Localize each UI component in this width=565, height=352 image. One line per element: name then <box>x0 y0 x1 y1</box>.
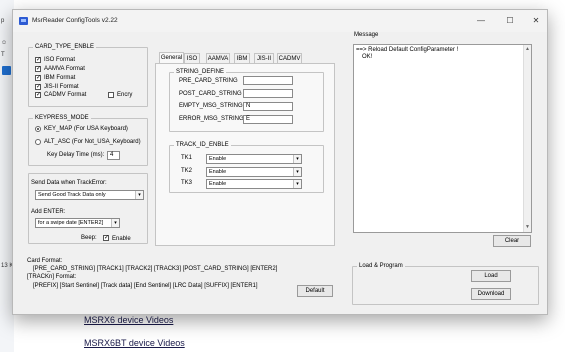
key-delay-input[interactable]: 4 <box>107 151 120 160</box>
key-delay-label: Key Delay Time (ms): <box>47 152 105 158</box>
chevron-down-icon: ▾ <box>135 191 143 199</box>
chevron-down-icon: ▾ <box>293 168 301 176</box>
chevron-down-icon: ▾ <box>293 180 301 188</box>
ibm-format-label: IBM Format <box>44 75 76 81</box>
tk2-select[interactable]: Enable ▾ <box>206 167 302 177</box>
key-map-radio[interactable] <box>35 126 41 132</box>
beep-label: Beep: <box>81 235 97 241</box>
jis-format-label: JIS-II Format <box>44 84 79 90</box>
empty-msg-string-input[interactable]: N <box>243 102 293 111</box>
message-line: OK! <box>362 54 373 60</box>
message-textarea[interactable]: ==> Reload Default ConfigParameter ! OK!… <box>353 44 532 233</box>
chevron-down-icon: ▾ <box>293 155 301 163</box>
iso-format-label: ISO Format <box>44 57 76 63</box>
check-icon: ✓ <box>36 57 42 63</box>
check-icon: ✓ <box>36 75 42 81</box>
window-title: MsrReader ConfigTools v2.22 <box>32 17 118 24</box>
tk3-select[interactable]: Enable ▾ <box>206 179 302 189</box>
download-button[interactable]: Download <box>471 288 511 300</box>
check-icon: ✓ <box>36 92 42 98</box>
maximize-button[interactable]: ☐ <box>503 15 517 27</box>
key-map-label: KEY_MAP (For USA Keyboard) <box>44 126 128 132</box>
title-bar[interactable]: MsrReader ConfigTools v2.22 — ☐ ✕ <box>13 10 547 32</box>
tk3-label: TK3 <box>181 180 193 186</box>
load-button[interactable]: Load <box>471 270 511 282</box>
card-format-line2: [TRACKn] Format: <box>27 274 77 280</box>
clear-button[interactable]: Clear <box>493 235 531 247</box>
load-program-title: Load & Program <box>357 263 405 270</box>
jis-format-checkbox[interactable]: ✓ <box>35 84 41 90</box>
tk1-select[interactable]: Enable ▾ <box>206 154 302 164</box>
track-id-title: TRACK_ID_ENBLE <box>174 142 231 149</box>
send-data-value: Send Good Track Data only <box>38 192 106 198</box>
message-scrollbar[interactable]: ▲ ▼ <box>523 45 531 232</box>
alt-asc-label: ALT_ASC (For Not_USA_Keyboard) <box>44 139 141 145</box>
check-icon: ✓ <box>104 235 110 241</box>
pre-card-string-input[interactable] <box>243 76 293 85</box>
tk3-value: Enable <box>209 181 227 187</box>
add-enter-value: for a swipe date [ENTER2] <box>38 220 104 226</box>
cadmv-format-checkbox[interactable]: ✓ <box>35 92 41 98</box>
ibm-format-checkbox[interactable]: ✓ <box>35 75 41 81</box>
card-type-title: CARD_TYPE_ENBLE <box>33 44 97 51</box>
check-icon: ✓ <box>36 66 42 72</box>
error-msg-string-label: ERROR_MSG_STRING <box>179 116 244 122</box>
cadmv-format-label: CADMV Format <box>44 92 87 98</box>
chevron-down-icon: ▾ <box>111 219 119 227</box>
add-enter-select[interactable]: for a swipe date [ENTER2] ▾ <box>35 218 120 228</box>
default-button[interactable]: Default <box>297 285 333 297</box>
card-format-line1: [PRE_CARD_STRING] [TRACK1] [TRACK2] [TRA… <box>33 266 278 272</box>
background-edge-text: T <box>1 52 5 58</box>
card-format-line3: [PREFIX] [Start Sentinel] [Track data] [… <box>33 283 258 289</box>
pre-card-string-label: PRE_CARD_STRING <box>179 78 238 84</box>
aamva-format-label: AAMVA Format <box>44 66 85 72</box>
tk2-value: Enable <box>209 169 227 175</box>
alt-asc-radio[interactable] <box>35 139 41 145</box>
encry-checkbox[interactable] <box>108 92 114 98</box>
tk1-label: TK1 <box>181 155 193 161</box>
check-icon: ✓ <box>36 84 42 90</box>
tk2-label: TK2 <box>181 168 193 174</box>
app-icon <box>19 17 28 25</box>
scroll-down-icon[interactable]: ▼ <box>524 224 531 231</box>
message-line: ==> Reload Default ConfigParameter ! <box>356 47 459 53</box>
minimize-button[interactable]: — <box>474 15 488 27</box>
config-tools-window: MsrReader ConfigTools v2.22 — ☐ ✕ CARD_T… <box>12 9 548 315</box>
error-msg-string-input[interactable]: E <box>243 115 293 124</box>
close-button[interactable]: ✕ <box>529 15 543 27</box>
beep-enable-checkbox[interactable]: ✓ <box>103 235 109 241</box>
iso-format-checkbox[interactable]: ✓ <box>35 57 41 63</box>
link-msrx6bt-videos[interactable]: MSRX6BT device Videos <box>84 338 185 348</box>
keypress-title: KEYPRESS_MODE <box>33 115 91 122</box>
send-data-select[interactable]: Send Good Track Data only ▾ <box>35 190 144 200</box>
beep-enable-label: Enable <box>112 236 131 242</box>
background-edge-icon: ☺ <box>1 40 8 46</box>
message-title: Message <box>354 32 379 38</box>
tk1-value: Enable <box>209 156 227 162</box>
background-edge-icon: p <box>1 18 5 24</box>
string-define-title: STRING_DEFINE <box>174 69 227 76</box>
post-card-string-input[interactable] <box>243 89 293 98</box>
empty-msg-string-label: EMPTY_MSG_STRING <box>179 103 243 109</box>
scroll-up-icon[interactable]: ▲ <box>524 46 531 53</box>
add-enter-label: Add ENTER: <box>31 209 66 215</box>
encry-label: Encry <box>117 92 133 98</box>
aamva-format-checkbox[interactable]: ✓ <box>35 66 41 72</box>
background-checkbox-icon <box>2 66 11 75</box>
send-data-label: Send Data when TrackError: <box>31 180 107 186</box>
card-format-label: Card Format: <box>27 258 63 264</box>
link-msrx6-videos[interactable]: MSRX6 device Videos <box>84 315 173 325</box>
post-card-string-label: POST_CARD_STRING <box>179 91 242 97</box>
